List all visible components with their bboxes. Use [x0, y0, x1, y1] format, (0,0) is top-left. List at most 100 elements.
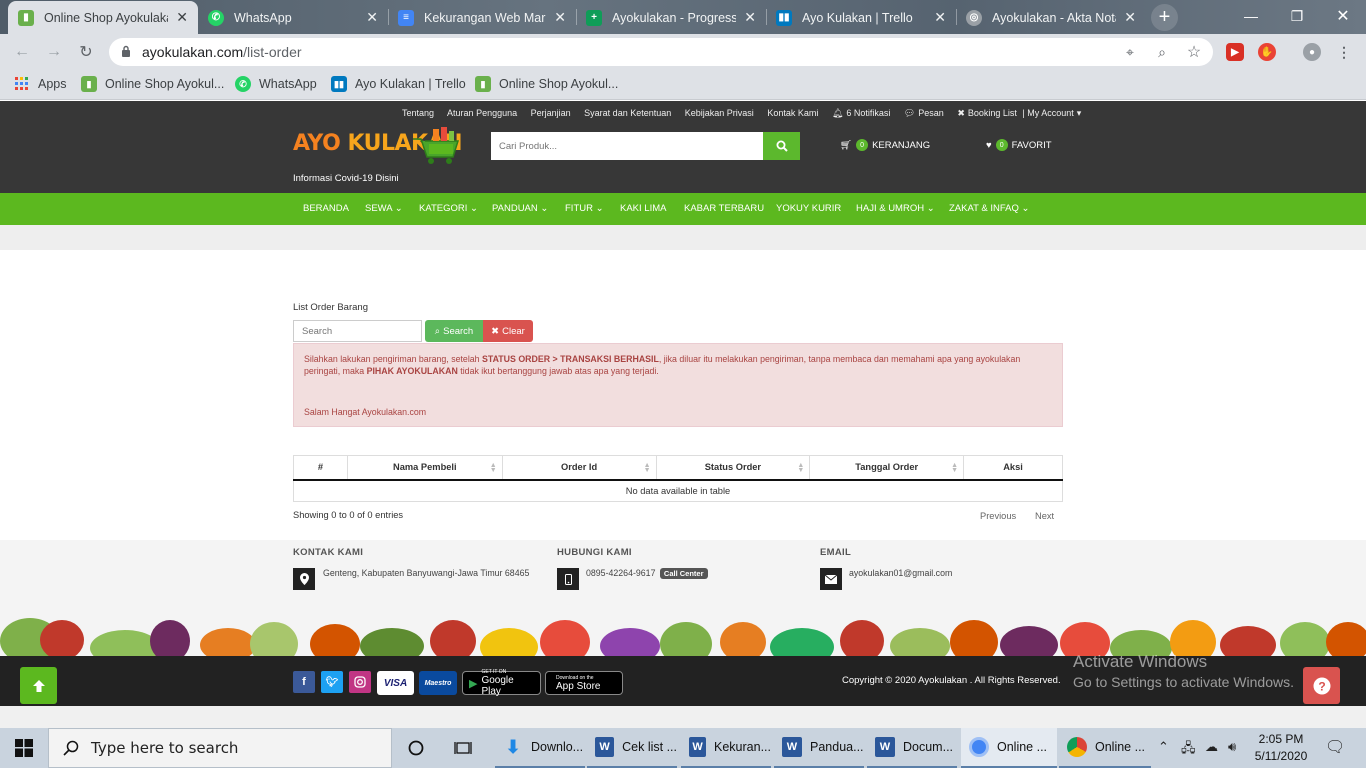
browser-tab-4[interactable]: + Ayokulakan - Progress ✕	[576, 1, 766, 34]
new-tab-button[interactable]: +	[1151, 4, 1178, 31]
taskbar-app-cek-list[interactable]: W Cek list ...	[587, 728, 677, 768]
bookmark-online-shop-1[interactable]: ▮ Online Shop Ayokul...	[81, 76, 224, 92]
bookmark-star-icon[interactable]: ☆	[1185, 43, 1203, 61]
forward-button[interactable]: →	[44, 42, 64, 62]
favorite-link[interactable]: ♥ 0 FAVORIT	[986, 139, 1052, 151]
top-link-tentang[interactable]: Tentang	[402, 108, 434, 118]
tab-label: Ayokulakan - Progress	[612, 10, 737, 25]
nav-kategori[interactable]: KATEGORI ⌄	[419, 203, 478, 214]
chevron-up-icon[interactable]: ⌃	[1158, 739, 1169, 755]
taskbar-app-panduan[interactable]: W Pandua...	[774, 728, 864, 768]
close-icon[interactable]: ✕	[1124, 9, 1136, 26]
location-icon[interactable]: ⌖	[1121, 43, 1139, 61]
adblock-extension-icon[interactable]: ✋	[1258, 43, 1276, 61]
cortana-icon[interactable]	[396, 728, 436, 768]
order-search-button[interactable]: ⌕ Search	[425, 320, 483, 342]
column-header-nama-pembeli[interactable]: Nama Pembeli ▲ ▼	[346, 455, 503, 481]
close-icon[interactable]: ✕	[176, 9, 188, 26]
google-play-badge[interactable]: ▶ GET IT ON Google Play	[462, 669, 541, 697]
close-icon[interactable]: ✕	[744, 9, 756, 26]
browser-tab-2[interactable]: ✆ WhatsApp ✕	[198, 1, 388, 34]
product-search-button[interactable]	[763, 132, 800, 160]
taskbar-search-box[interactable]: Type here to search	[48, 728, 392, 768]
column-header-status-order[interactable]: Status Order ▲ ▼	[655, 455, 811, 481]
minimize-button[interactable]: —	[1228, 0, 1274, 32]
nav-beranda[interactable]: BERANDA	[303, 203, 349, 214]
top-link-notifikasi[interactable]: 6 Notifikasi	[846, 108, 890, 118]
nav-sewa[interactable]: SEWA ⌄	[365, 203, 403, 214]
product-search-input[interactable]	[491, 132, 763, 160]
order-search-input[interactable]	[293, 320, 422, 342]
site-logo[interactable]: AYO KULAKAN	[293, 123, 463, 165]
help-button[interactable]: ?	[1303, 667, 1340, 704]
taskbar-app-chrome-2[interactable]: Online ...	[1059, 728, 1151, 768]
bookmark-online-shop-2[interactable]: ▮ Online Shop Ayokul...	[475, 76, 618, 92]
taskbar-app-kekurangan[interactable]: W Kekuran...	[681, 728, 771, 768]
windows-taskbar: Type here to search ⬇ Downlo... W Cek li…	[0, 728, 1366, 768]
previous-page-button[interactable]: Previous	[980, 511, 1016, 521]
browser-tab-1[interactable]: ▮ Online Shop Ayokulakan ✕	[8, 1, 198, 34]
browser-tab-5[interactable]: ▮▮ Ayo Kulakan | Trello ✕	[766, 1, 956, 34]
back-button[interactable]: ←	[12, 42, 32, 62]
top-link-kebijakan[interactable]: Kebijakan Privasi	[685, 108, 754, 118]
next-page-button[interactable]: Next	[1035, 511, 1054, 521]
top-link-booking[interactable]: Booking List	[968, 108, 1017, 118]
close-icon[interactable]: ✕	[366, 9, 378, 26]
facebook-icon[interactable]: f	[293, 671, 315, 693]
taskbar-app-label: Cek list ...	[622, 740, 677, 754]
address-bar[interactable]: ayokulakan.com/list-order ⌖ ⌕ ☆	[109, 38, 1213, 66]
instagram-icon[interactable]	[349, 671, 371, 693]
system-clock[interactable]: 2:05 PM 5/11/2020	[1251, 731, 1311, 765]
zoom-icon[interactable]: ⌕	[1153, 43, 1171, 61]
close-window-button[interactable]: ✕	[1320, 0, 1366, 32]
covid-info-link[interactable]: Informasi Covid-19 Disini	[293, 173, 399, 184]
cart-link[interactable]: 🛒︎ 0 KERANJANG	[840, 139, 930, 151]
nav-kaki-lima[interactable]: KAKI LIMA	[620, 203, 666, 214]
taskbar-app-chrome-1[interactable]: Online ...	[961, 728, 1057, 768]
extension-icon[interactable]: ▶	[1226, 43, 1244, 61]
column-header-tanggal-order[interactable]: Tanggal Order ▲ ▼	[809, 455, 965, 481]
top-link-pesan[interactable]: Pesan	[918, 108, 944, 118]
volume-icon[interactable]: 🔊︎	[1228, 739, 1236, 755]
column-header-order-id[interactable]: Order Id ▲ ▼	[501, 455, 657, 481]
top-link-syarat[interactable]: Syarat dan Ketentuan	[584, 108, 671, 118]
top-link-kontak[interactable]: Kontak Kami	[767, 108, 818, 118]
notification-icon[interactable]: 🗨︎	[1325, 737, 1345, 757]
top-link-perjanjian[interactable]: Perjanjian	[531, 108, 571, 118]
orders-table: # Nama Pembeli ▲ ▼ Order Id ▲ ▼ Status Order…	[293, 455, 1063, 502]
nav-panduan[interactable]: PANDUAN ⌄	[492, 203, 548, 214]
bookmark-whatsapp[interactable]: ✆ WhatsApp	[235, 76, 317, 92]
nav-kabar-terbaru[interactable]: KABAR TERBARU	[684, 203, 764, 214]
browser-tab-6[interactable]: ◎ Ayokulakan - Akta Nota ✕	[956, 1, 1146, 34]
search-icon: ⌕	[434, 325, 441, 337]
taskbar-app-label: Downlo...	[531, 740, 584, 754]
profile-avatar[interactable]: ●	[1303, 43, 1321, 61]
my-account-dropdown[interactable]: | My Account	[1022, 108, 1073, 118]
taskbar-app-downloads[interactable]: ⬇ Downlo...	[495, 728, 585, 768]
bookmark-apps[interactable]: Apps	[14, 76, 67, 92]
nav-haji-umroh[interactable]: HAJI & UMROH ⌄	[856, 203, 935, 214]
close-icon[interactable]: ✕	[554, 9, 566, 26]
browser-tab-3[interactable]: ≡ Kekurangan Web Mark ✕	[388, 1, 576, 34]
nav-yokuy-kurir[interactable]: YOKUY KURIR	[776, 203, 841, 214]
app-store-badge[interactable]: Download on the App Store	[545, 671, 623, 695]
twitter-icon[interactable]: 🐦︎	[321, 671, 343, 693]
alert-bold-pihak: PIHAK AYOKULAKAN	[366, 366, 458, 376]
column-header-number[interactable]: #	[293, 455, 348, 481]
clear-button[interactable]: ✖ Clear	[483, 320, 533, 342]
restore-button[interactable]: ❐	[1274, 0, 1320, 32]
taskbar-app-document[interactable]: W Docum...	[867, 728, 957, 768]
nav-zakat-infaq[interactable]: ZAKAT & INFAQ ⌄	[949, 203, 1029, 214]
close-icon[interactable]: ✕	[934, 9, 946, 26]
onedrive-icon[interactable]: ☁︎	[1205, 739, 1218, 755]
nav-fitur[interactable]: FITUR ⌄	[565, 203, 604, 214]
scroll-to-top-button[interactable]	[20, 667, 57, 704]
menu-kebab-icon[interactable]: ⋮	[1335, 43, 1353, 61]
network-icon[interactable]: 🖧︎	[1181, 739, 1196, 761]
bookmark-trello[interactable]: ▮▮ Ayo Kulakan | Trello	[331, 76, 466, 92]
reload-button[interactable]: ↻	[76, 42, 96, 62]
email-text[interactable]: ayokulakan01@gmail.com	[849, 568, 952, 578]
top-link-aturan[interactable]: Aturan Pengguna	[447, 108, 517, 118]
start-button[interactable]	[0, 728, 48, 768]
task-view-icon[interactable]	[443, 728, 483, 768]
